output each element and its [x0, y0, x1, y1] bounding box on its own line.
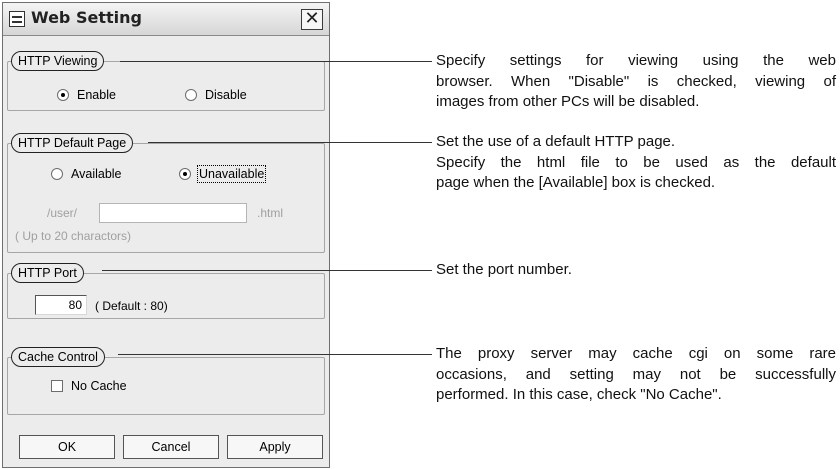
port-default-note: ( Default : 80)	[95, 299, 168, 313]
radio-unavailable[interactable]: Unavailable	[179, 165, 267, 183]
callout-line-port	[102, 270, 432, 271]
port-number-input[interactable]: 80	[35, 295, 87, 315]
apply-button[interactable]: Apply	[227, 435, 323, 459]
callout-http-viewing: Specify settings for viewing using the w…	[436, 52, 836, 110]
callout-http-port: Set the port number.	[436, 261, 572, 278]
no-cache-checkbox[interactable]: No Cache	[51, 379, 127, 393]
radio-selected-icon	[179, 168, 191, 180]
radio-enable[interactable]: Enable	[57, 88, 116, 102]
window-title: Web Setting	[31, 8, 142, 27]
radio-enable-label: Enable	[77, 88, 116, 102]
radio-unselected-icon	[185, 89, 197, 101]
radio-available-label: Available	[71, 167, 122, 181]
path-suffix: .html	[257, 206, 284, 220]
http-viewing-group: HTTP Viewing Enable Disable	[7, 51, 325, 111]
radio-unselected-icon	[51, 168, 63, 180]
http-port-group: HTTP Port 80 ( Default : 80)	[7, 263, 325, 319]
callout-line-default-page	[148, 142, 432, 143]
radio-available[interactable]: Available	[51, 167, 122, 181]
callout-cache-control: The proxy server may cache cgi on some r…	[436, 345, 836, 403]
path-prefix: /user/	[47, 206, 78, 220]
http-viewing-legend: HTTP Viewing	[11, 51, 105, 71]
cancel-button[interactable]: Cancel	[123, 435, 219, 459]
checkbox-unchecked-icon	[51, 380, 63, 392]
filename-hint: ( Up to 20 charactors)	[15, 229, 132, 243]
callout-http-default-page: Set the use of a default HTTP page. Spec…	[436, 133, 836, 191]
radio-selected-icon	[57, 89, 69, 101]
document-icon	[9, 11, 25, 27]
http-default-page-legend: HTTP Default Page	[11, 133, 134, 153]
callout-line-viewing	[120, 61, 432, 62]
radio-disable-label: Disable	[205, 88, 247, 102]
default-page-filename-input[interactable]	[99, 203, 247, 223]
close-button[interactable]: ✕	[301, 9, 323, 30]
cache-control-legend: Cache Control	[11, 347, 105, 367]
ok-button[interactable]: OK	[19, 435, 115, 459]
http-default-page-group: HTTP Default Page Available Unavailable …	[7, 133, 325, 253]
cache-control-group: Cache Control No Cache	[7, 347, 325, 415]
radio-unavailable-label: Unavailable	[196, 165, 267, 183]
web-setting-dialog: Web Setting ✕ HTTP Viewing Enable Disabl…	[2, 2, 330, 468]
callout-line-cache	[118, 354, 432, 355]
title-bar: Web Setting ✕	[3, 3, 329, 36]
no-cache-label: No Cache	[71, 379, 127, 393]
radio-disable[interactable]: Disable	[185, 88, 247, 102]
http-port-legend: HTTP Port	[11, 263, 84, 283]
